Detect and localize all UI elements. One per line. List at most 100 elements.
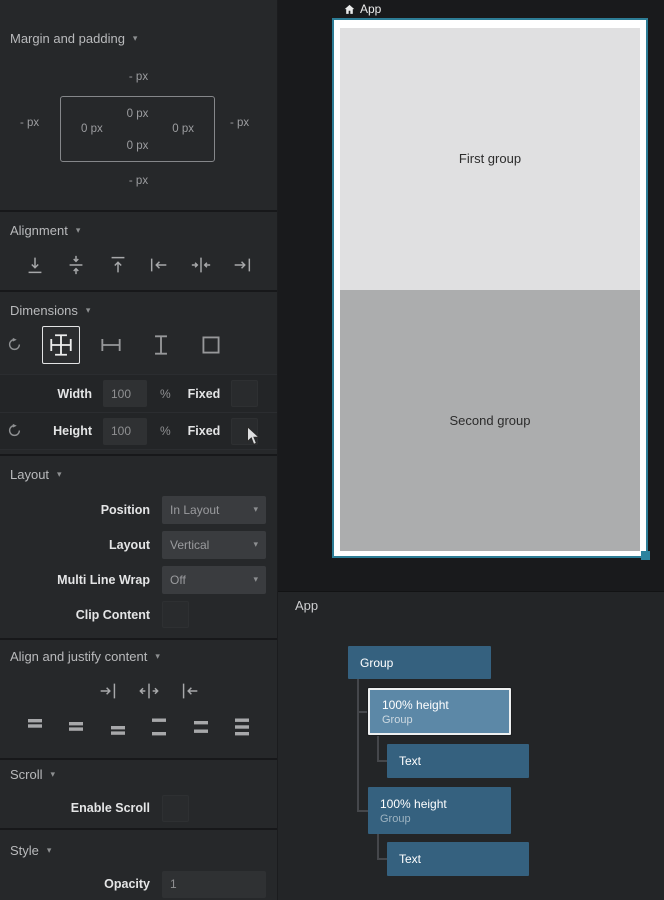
section-title: Alignment xyxy=(10,223,68,238)
alignment-icon-row xyxy=(24,254,253,276)
section-title: Dimensions xyxy=(10,303,78,318)
breadcrumb-label: App xyxy=(360,2,381,16)
content-space-around-icon xyxy=(190,716,212,738)
breadcrumb[interactable]: App xyxy=(344,2,381,16)
width-input[interactable] xyxy=(103,380,147,407)
align-middle-button[interactable] xyxy=(65,254,87,276)
tree-connector xyxy=(377,735,379,761)
margin-right-value[interactable]: - px xyxy=(230,116,249,130)
multi-line-wrap-label: Multi Line Wrap xyxy=(0,573,162,587)
align-left-button[interactable] xyxy=(148,254,170,276)
margin-bottom-value[interactable]: - px xyxy=(0,174,277,188)
align-top-button[interactable] xyxy=(107,254,129,276)
layout-mode-row: Layout Vertical ▾ xyxy=(0,527,277,562)
canvas-viewport[interactable]: App First group Second group xyxy=(278,0,664,591)
layout-mode-value: Vertical xyxy=(170,538,209,552)
reset-height-button[interactable] xyxy=(6,423,22,439)
width-fixed-checkbox[interactable] xyxy=(231,380,258,407)
tree-node-group[interactable]: Group xyxy=(348,646,491,679)
tree-node-100-height-selected[interactable]: 100% height Group xyxy=(368,688,511,735)
align-right-button[interactable] xyxy=(231,254,253,276)
content-stretch-button[interactable] xyxy=(231,716,253,738)
align-center-button[interactable] xyxy=(190,254,212,276)
first-group[interactable]: First group xyxy=(340,28,640,290)
align-bottom-icon xyxy=(24,254,46,276)
section-header-margin-padding[interactable]: Margin and padding ▾ xyxy=(10,30,137,46)
section-header-alignment[interactable]: Alignment ▾ xyxy=(10,222,80,238)
section-align-justify: Align and justify content ▾ xyxy=(0,640,277,760)
layout-mode-dropdown[interactable]: Vertical ▾ xyxy=(162,531,266,559)
tree-connector xyxy=(377,834,379,859)
section-header-scroll[interactable]: Scroll ▾ xyxy=(10,766,55,782)
tree-node-text-2[interactable]: Text xyxy=(387,842,529,876)
tree-node-100-height[interactable]: 100% height Group xyxy=(368,787,511,834)
content-start-icon xyxy=(24,716,46,738)
section-header-align-justify[interactable]: Align and justify content ▾ xyxy=(10,648,160,664)
margin-left-value[interactable]: - px xyxy=(20,116,39,130)
chevron-down-icon: ▾ xyxy=(253,540,258,549)
right-area: App First group Second group App xyxy=(278,0,664,900)
section-header-layout[interactable]: Layout ▾ xyxy=(10,466,62,482)
height-input[interactable] xyxy=(103,418,147,445)
chevron-down-icon: ▾ xyxy=(253,505,258,514)
align-bottom-button[interactable] xyxy=(24,254,46,276)
width-label: Width xyxy=(0,387,103,401)
justify-start-button[interactable] xyxy=(179,680,201,702)
align-right-icon xyxy=(231,254,253,276)
justify-end-button[interactable] xyxy=(97,680,119,702)
justify-center-button[interactable] xyxy=(138,680,160,702)
opacity-input[interactable] xyxy=(162,871,266,898)
content-start-button[interactable] xyxy=(24,716,46,738)
reset-size-mode-button[interactable] xyxy=(6,337,22,353)
enable-scroll-row: Enable Scroll xyxy=(0,790,277,826)
width-fixed-label: Fixed xyxy=(188,387,221,401)
content-end-button[interactable] xyxy=(107,716,129,738)
padding-bottom-value[interactable]: 0 px xyxy=(61,139,214,153)
size-fill-both-button[interactable] xyxy=(42,326,80,364)
content-center-button[interactable] xyxy=(65,716,87,738)
size-fixed-button[interactable] xyxy=(192,326,230,364)
opacity-row: Opacity xyxy=(0,870,277,898)
fill-height-icon xyxy=(148,332,174,358)
align-center-icon xyxy=(190,254,212,276)
size-fill-height-button[interactable] xyxy=(142,326,180,364)
padding-right-value[interactable]: 0 px xyxy=(172,122,194,136)
enable-scroll-checkbox[interactable] xyxy=(162,795,189,822)
size-mode-row xyxy=(42,326,230,364)
tree-node-text-1[interactable]: Text xyxy=(387,744,529,778)
opacity-label: Opacity xyxy=(0,877,162,891)
section-alignment: Alignment ▾ xyxy=(0,212,277,292)
hierarchy-title: App xyxy=(295,598,318,613)
content-stretch-icon xyxy=(231,716,253,738)
content-center-icon xyxy=(65,716,87,738)
content-space-around-button[interactable] xyxy=(190,716,212,738)
justify-center-icon xyxy=(138,680,160,702)
second-group[interactable]: Second group xyxy=(340,290,640,552)
section-header-dimensions[interactable]: Dimensions ▾ xyxy=(10,302,90,318)
resize-handle[interactable] xyxy=(641,551,650,560)
tree-connector xyxy=(377,760,387,762)
app-preview-frame[interactable]: First group Second group xyxy=(332,18,648,558)
clip-content-checkbox[interactable] xyxy=(162,601,189,628)
reset-icon xyxy=(7,337,22,352)
multi-line-wrap-dropdown[interactable]: Off ▾ xyxy=(162,566,266,594)
content-space-between-button[interactable] xyxy=(148,716,170,738)
width-row: Width % Fixed xyxy=(0,374,277,412)
chevron-down-icon: ▾ xyxy=(51,770,56,779)
justify-icon-row xyxy=(97,680,201,702)
section-scroll: Scroll ▾ Enable Scroll xyxy=(0,760,277,830)
padding-left-value[interactable]: 0 px xyxy=(81,122,103,136)
tree-node-label: Text xyxy=(399,754,421,768)
content-space-between-icon xyxy=(148,716,170,738)
padding-top-value[interactable]: 0 px xyxy=(61,107,214,121)
size-fill-width-button[interactable] xyxy=(92,326,130,364)
position-dropdown[interactable]: In Layout ▾ xyxy=(162,496,266,524)
tree-node-sublabel: Group xyxy=(380,813,411,825)
chevron-down-icon: ▾ xyxy=(253,575,258,584)
tree-node-sublabel: Group xyxy=(382,714,413,726)
height-fixed-checkbox[interactable] xyxy=(231,418,258,445)
margin-top-value[interactable]: - px xyxy=(0,70,277,84)
justify-end-icon xyxy=(97,680,119,702)
section-header-style[interactable]: Style ▾ xyxy=(10,842,51,858)
clip-content-row: Clip Content xyxy=(0,597,277,632)
